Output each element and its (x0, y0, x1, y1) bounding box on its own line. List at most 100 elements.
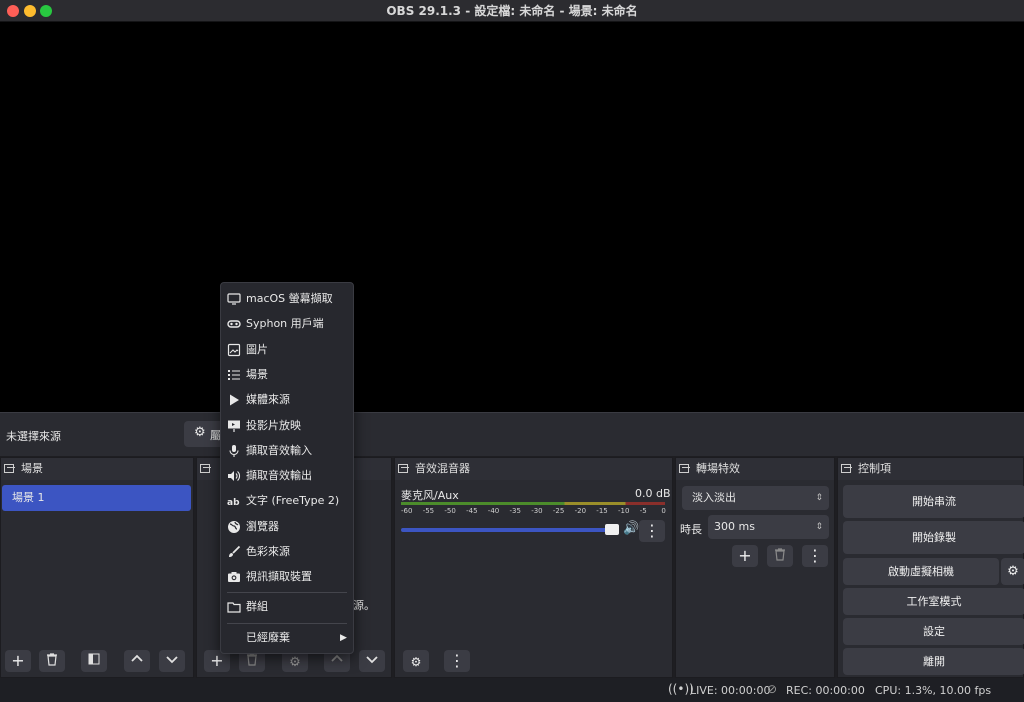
menu-item-brush[interactable]: 色彩來源 (221, 540, 353, 564)
chevron-down-icon (366, 656, 378, 664)
dock-float-icon[interactable] (200, 464, 211, 473)
mixer-advanced-settings-button[interactable]: ⚙ (403, 650, 429, 672)
scenes-dock: 場景 場景 1 + (0, 457, 194, 678)
zoom-window-button[interactable] (40, 5, 52, 17)
trash-icon (247, 653, 257, 666)
spinner-arrows-icon[interactable]: ⇕ (815, 515, 823, 539)
trash-icon (775, 548, 785, 561)
dock-float-icon[interactable] (398, 464, 409, 473)
mixer-channel-name: 麥克风/Aux (401, 489, 459, 502)
filter-icon (88, 653, 100, 665)
meter-tick-label: -40 (487, 507, 500, 515)
meter-tick-label: -20 (574, 507, 587, 515)
properties-button[interactable]: ⚙ 屬 (184, 421, 224, 447)
camera-icon (227, 570, 241, 584)
virtual-camera-settings-button[interactable]: ⚙ (1001, 558, 1024, 585)
meter-tick-label: -60 (401, 507, 413, 515)
exit-button[interactable]: 離開 (843, 648, 1024, 675)
title-bar: OBS 29.1.3 - 設定檔: 未命名 - 場景: 未命名 (0, 0, 1024, 22)
menu-item-syphon[interactable]: Syphon 用戶端 (221, 312, 353, 336)
folder-icon (227, 600, 241, 614)
status-bar: ((•)) LIVE: 00:00:00 ⊘ REC: 00:00:00 CPU… (0, 678, 1024, 702)
controls-dock: 控制項 開始串流 開始錄製 啟動虛擬相機 ⚙ 工作室模式 設定 離開 (837, 457, 1024, 678)
transition-properties-button[interactable]: ⋮ (802, 545, 828, 567)
cpu-usage: CPU: 1.3%, 10.00 fps (875, 684, 992, 697)
menu-item-microphone[interactable]: 擷取音效輸入 (221, 439, 353, 463)
start-streaming-button[interactable]: 開始串流 (843, 485, 1024, 518)
add-source-menu: macOS 螢幕擷取 Syphon 用戶端 圖片 場景 媒體來源 投影片放映 擷取音效輸入擷… (220, 282, 354, 654)
meter-tick-label: 0 (661, 507, 666, 515)
menu-item-group[interactable]: 群組 (221, 595, 353, 619)
menu-item-monitor[interactable]: macOS 螢幕擷取 (221, 287, 353, 311)
add-scene-button[interactable]: + (5, 650, 31, 672)
mixer-menu-button[interactable]: ⋮ (444, 650, 470, 672)
meter-tick-label: -5 (639, 507, 647, 515)
mixer-channel-db: 0.0 dB (635, 487, 671, 500)
remove-transition-button[interactable] (767, 545, 793, 567)
trash-icon (47, 653, 57, 666)
microphone-icon (227, 444, 241, 458)
scenes-dock-title: 場景 (1, 458, 193, 480)
menu-item-deprecated[interactable]: 已經廢棄 ▶ (221, 626, 353, 650)
menu-item-text[interactable]: ab 文字 (FreeType 2) (221, 489, 353, 513)
speaker-icon[interactable]: 🔊 (623, 521, 639, 536)
meter-tick-label: -55 (422, 507, 435, 515)
gear-icon: ⚙ (410, 655, 422, 669)
play-icon (227, 393, 241, 407)
volume-slider-handle[interactable] (605, 524, 619, 535)
slideshow-icon (227, 419, 241, 433)
window-title: OBS 29.1.3 - 設定檔: 未命名 - 場景: 未命名 (386, 4, 638, 18)
menu-item-slideshow[interactable]: 投影片放映 (221, 414, 353, 438)
gear-icon: ⚙ (289, 655, 301, 670)
globe-icon (227, 520, 241, 534)
duration-input[interactable]: 300 ms ⇕ (708, 515, 829, 539)
dock-float-icon[interactable] (679, 464, 690, 473)
dock-float-icon[interactable] (841, 464, 852, 473)
rec-time: REC: 00:00:00 (786, 684, 865, 697)
menu-separator (227, 623, 347, 624)
menu-item-play[interactable]: 媒體來源 (221, 388, 353, 412)
transition-select[interactable]: 淡入淡出 ⇕ (682, 486, 829, 510)
settings-button[interactable]: 設定 (843, 618, 1024, 645)
volume-meter (401, 502, 665, 505)
scene-item[interactable]: 場景 1 (2, 485, 191, 511)
chevron-up-icon (331, 654, 343, 662)
preview-canvas[interactable] (0, 22, 1024, 412)
menu-item-globe[interactable]: 瀏覽器 (221, 515, 353, 539)
add-transition-button[interactable]: + (732, 545, 758, 567)
meter-tick-label: -30 (531, 507, 543, 515)
start-virtual-camera-button[interactable]: 啟動虛擬相機 (843, 558, 999, 585)
controls-dock-title: 控制項 (838, 458, 1023, 480)
gear-icon: ⚙ (1007, 564, 1019, 579)
transitions-dock-title: 轉場特效 (676, 458, 834, 480)
remove-scene-button[interactable] (39, 650, 65, 672)
close-window-button[interactable] (7, 5, 19, 17)
menu-item-image[interactable]: 圖片 (221, 338, 353, 362)
meter-tick-label: -45 (466, 507, 478, 515)
start-recording-button[interactable]: 開始錄製 (843, 521, 1024, 554)
move-scene-down-button[interactable] (159, 650, 185, 672)
record-disabled-icon: ⊘ (767, 682, 778, 696)
syphon-icon (227, 317, 241, 331)
chevron-down-icon (166, 656, 178, 664)
text-icon: ab (227, 494, 241, 508)
sources-hint-text: 源。 (353, 599, 375, 612)
mixer-channel-menu-button[interactable]: ⋮ (639, 520, 665, 542)
minimize-window-button[interactable] (24, 5, 36, 17)
move-scene-up-button[interactable] (124, 650, 150, 672)
menu-item-speaker[interactable]: 擷取音效輸出 (221, 464, 353, 488)
dock-float-icon[interactable] (4, 464, 15, 473)
meter-tick-label: -10 (618, 507, 630, 515)
menu-item-list[interactable]: 場景 (221, 363, 353, 387)
scene-filters-button[interactable] (81, 650, 107, 672)
move-source-down-button[interactable] (359, 650, 385, 672)
monitor-icon (227, 292, 241, 306)
meter-tick-label: -35 (509, 507, 521, 515)
svg-text:ab: ab (227, 498, 240, 508)
menu-item-camera[interactable]: 視訊擷取裝置 (221, 565, 353, 589)
volume-slider[interactable] (401, 524, 619, 535)
list-icon (227, 368, 241, 382)
studio-mode-button[interactable]: 工作室模式 (843, 588, 1024, 615)
audio-mixer-dock: 音效混音器 麥克风/Aux 0.0 dB -60 -55 -50 -45 -40 -35-… (394, 457, 673, 678)
gear-icon: ⚙ (194, 425, 206, 440)
